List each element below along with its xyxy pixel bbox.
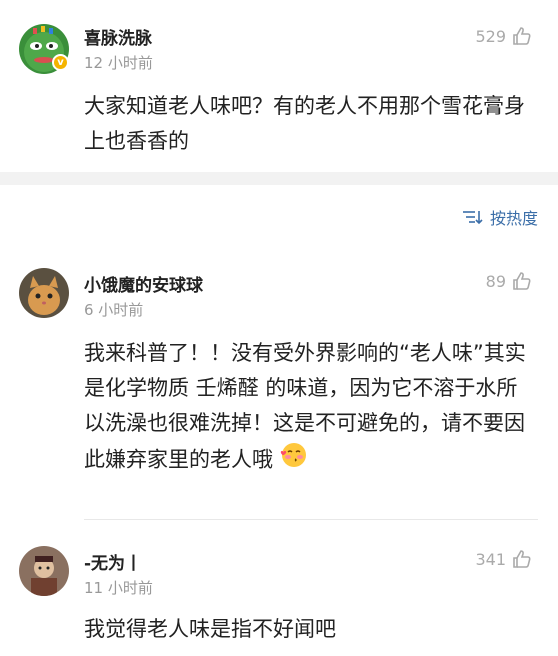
avatar[interactable] xyxy=(19,268,69,318)
section-divider xyxy=(0,172,558,185)
timestamp: 6 小时前 xyxy=(84,301,144,319)
like-button[interactable]: 341 xyxy=(475,549,532,569)
like-count: 89 xyxy=(485,271,506,291)
timestamp: 11 小时前 xyxy=(84,579,153,597)
like-button[interactable]: 529 xyxy=(475,26,532,46)
comment-text: 我觉得老人味是指不好闻吧 xyxy=(84,617,336,641)
verified-badge: v xyxy=(52,54,69,71)
like-count: 341 xyxy=(475,549,506,569)
sort-label: 按热度 xyxy=(489,209,538,228)
like-count: 529 xyxy=(475,26,506,46)
avatar[interactable] xyxy=(19,546,69,596)
username[interactable]: 小饿魔的安球球 xyxy=(84,271,203,296)
thumbs-up-icon xyxy=(513,272,531,290)
comment-text: 我来科普了！！没有受外界影响的“老人味”其实是化学物质 壬烯醛 的味道，因为它不… xyxy=(84,336,534,480)
thumbs-up-icon xyxy=(513,550,531,568)
username[interactable]: 喜脉洗脉 xyxy=(84,24,152,49)
comment-separator xyxy=(84,519,538,520)
sort-by-hot-button[interactable]: 按热度 xyxy=(462,205,538,229)
sort-icon xyxy=(462,211,483,225)
thumbs-up-icon xyxy=(513,27,531,45)
comment-text: 大家知道老人味吧？有的老人不用那个雪花膏身上也香香的 xyxy=(84,94,525,153)
like-button[interactable]: 89 xyxy=(486,271,532,291)
username[interactable]: -无为丨 xyxy=(84,549,142,574)
timestamp: 12 小时前 xyxy=(84,54,153,72)
blush-kiss-emoji xyxy=(280,441,308,480)
